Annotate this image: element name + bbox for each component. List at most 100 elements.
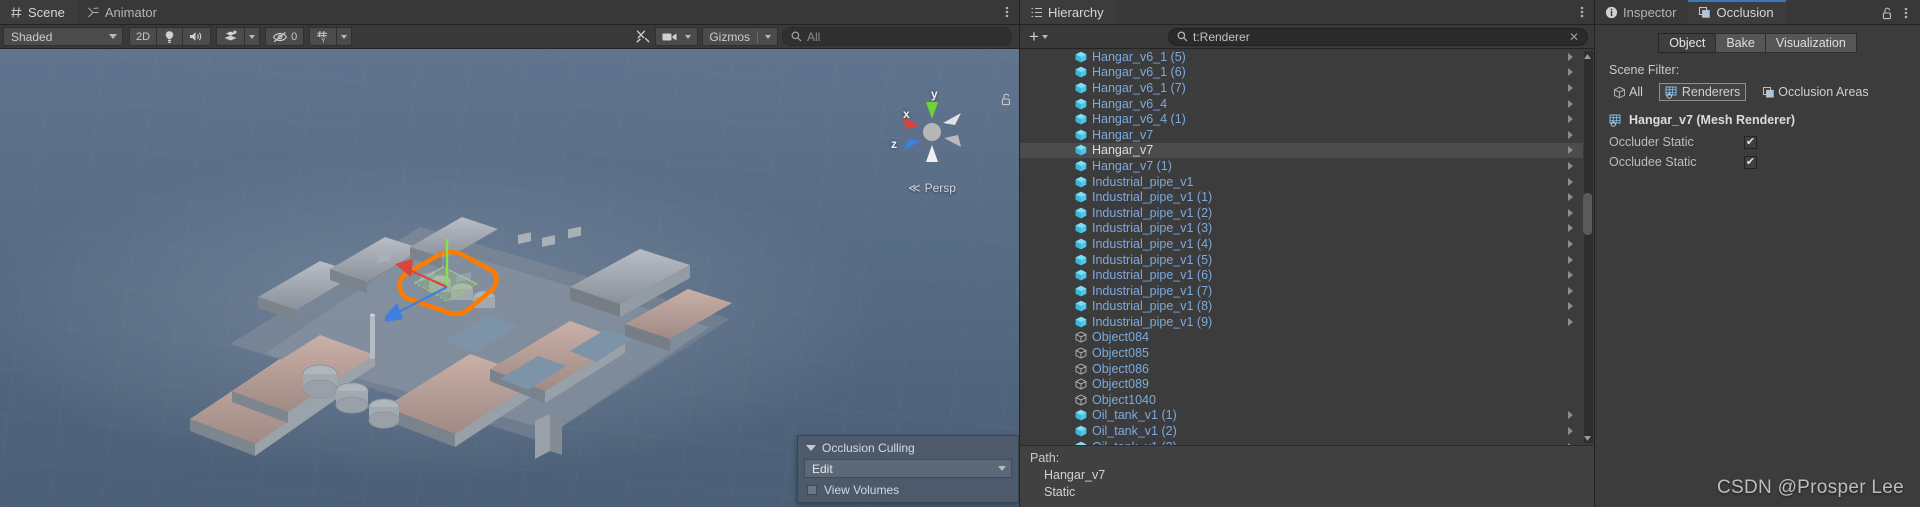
hierarchy-item[interactable]: Industrial_pipe_v1 (1) xyxy=(1020,189,1583,205)
expand-arrow-icon[interactable] xyxy=(1568,115,1573,124)
hierarchy-scrollbar-track[interactable] xyxy=(1583,51,1593,443)
scroll-down-arrow-icon[interactable] xyxy=(1583,433,1592,443)
occlusion-mode-visualization[interactable]: Visualization xyxy=(1764,33,1857,53)
scene-search-input[interactable]: All xyxy=(782,27,1012,46)
hierarchy-item[interactable]: Industrial_pipe_v1 (8) xyxy=(1020,299,1583,315)
expand-arrow-icon[interactable] xyxy=(1568,177,1573,186)
hierarchy-item[interactable]: Oil_tank_v1 (2) xyxy=(1020,423,1583,439)
toggle-audio-button[interactable] xyxy=(182,27,212,46)
camera-settings-dropdown[interactable] xyxy=(655,27,699,46)
kebab-menu-icon[interactable] xyxy=(1580,5,1594,25)
occlusion-mode-object[interactable]: Object xyxy=(1658,33,1717,53)
grid-dropdown-button[interactable] xyxy=(336,27,353,46)
prefab-cube-icon xyxy=(1075,144,1087,156)
occlusion-property-checkbox[interactable]: ✔ xyxy=(1744,155,1757,169)
expand-arrow-icon[interactable] xyxy=(1568,130,1573,139)
hierarchy-item[interactable]: Industrial_pipe_v1 (7) xyxy=(1020,283,1583,299)
toggle-fx-button[interactable] xyxy=(216,27,246,46)
hierarchy-item[interactable]: Object086 xyxy=(1020,361,1583,377)
scroll-up-arrow-icon[interactable] xyxy=(1583,51,1592,61)
hierarchy-item[interactable]: Object085 xyxy=(1020,345,1583,361)
gizmos-dropdown[interactable]: Gizmos xyxy=(702,27,778,46)
view-volumes-row[interactable]: View Volumes xyxy=(802,478,1014,497)
add-gameobject-button[interactable]: + xyxy=(1026,28,1051,45)
expand-arrow-icon[interactable] xyxy=(1568,239,1573,248)
tab-occlusion[interactable]: Occlusion xyxy=(1688,0,1786,25)
hierarchy-item[interactable]: Industrial_pipe_v1 xyxy=(1020,174,1583,190)
close-icon[interactable]: ✕ xyxy=(1569,30,1579,44)
filter-occlusion-areas[interactable]: Occlusion Areas xyxy=(1758,83,1872,101)
occlusion-mode-dropdown[interactable]: Edit xyxy=(804,459,1012,478)
prefab-cube-icon xyxy=(1075,316,1087,328)
expand-arrow-icon[interactable] xyxy=(1568,317,1573,326)
scene-filter-label: Scene Filter: xyxy=(1609,63,1680,77)
occlusion-culling-overlay[interactable]: Occlusion Culling Edit View Volumes xyxy=(797,435,1019,503)
shading-mode-dropdown[interactable]: Shaded xyxy=(3,27,123,46)
tab-inspector[interactable]: Inspector xyxy=(1595,0,1688,25)
scene-projection-label[interactable]: ≪ Persp xyxy=(889,181,975,195)
hierarchy-item[interactable]: Oil_tank_v1 (1) xyxy=(1020,408,1583,424)
grid-visibility-button[interactable]: Y xyxy=(309,27,338,46)
unlock-icon[interactable] xyxy=(1001,93,1012,106)
expand-arrow-icon[interactable] xyxy=(1568,146,1573,155)
hierarchy-item[interactable]: Oil_tank_v1 (3) xyxy=(1020,439,1583,445)
hierarchy-item[interactable]: Hangar_v7 xyxy=(1020,127,1583,143)
scene-viewport[interactable]: y x z ≪ Persp Occlusion Culling Edit Vie… xyxy=(0,49,1019,507)
expand-arrow-icon[interactable] xyxy=(1568,411,1573,420)
hierarchy-item[interactable]: Industrial_pipe_v1 (4) xyxy=(1020,236,1583,252)
hierarchy-item[interactable]: Hangar_v6_1 (5) xyxy=(1020,49,1583,65)
fx-dropdown-button[interactable] xyxy=(244,27,261,46)
tab-hierarchy[interactable]: Hierarchy xyxy=(1020,0,1116,25)
tab-scene[interactable]: Scene xyxy=(0,0,77,25)
hierarchy-item[interactable]: Industrial_pipe_v1 (5) xyxy=(1020,252,1583,268)
expand-arrow-icon[interactable] xyxy=(1568,442,1573,445)
occlusion-mode-bake[interactable]: Bake xyxy=(1715,33,1766,53)
hierarchy-item[interactable]: Object084 xyxy=(1020,330,1583,346)
expand-arrow-icon[interactable] xyxy=(1568,427,1573,436)
hierarchy-item[interactable]: Hangar_v7 (1) xyxy=(1020,158,1583,174)
kebab-menu-icon[interactable] xyxy=(1904,6,1908,20)
hierarchy-item[interactable]: Hangar_v6_1 (7) xyxy=(1020,80,1583,96)
filter-renderers[interactable]: Renderers xyxy=(1658,83,1747,101)
expand-arrow-icon[interactable] xyxy=(1568,83,1573,92)
hierarchy-item[interactable]: Object1040 xyxy=(1020,392,1583,408)
toggle-lighting-button[interactable] xyxy=(156,27,184,46)
expand-arrow-icon[interactable] xyxy=(1568,193,1573,202)
scene-axis-gizmo[interactable]: y x z xyxy=(889,87,975,175)
hierarchy-tree[interactable]: Hangar_v6_1 (5) Hangar_v6_1 (6) Hangar_v6_… xyxy=(1020,49,1594,445)
expand-arrow-icon[interactable] xyxy=(1568,224,1573,233)
hierarchy-item[interactable]: Industrial_pipe_v1 (3) xyxy=(1020,221,1583,237)
expand-arrow-icon[interactable] xyxy=(1568,271,1573,280)
tab-animator[interactable]: Animator xyxy=(77,0,169,25)
expand-arrow-icon[interactable] xyxy=(1568,255,1573,264)
hierarchy-item-label: Object085 xyxy=(1092,346,1149,361)
hierarchy-item[interactable]: Hangar_v6_1 (6) xyxy=(1020,65,1583,81)
toggle-2d-button[interactable]: 2D xyxy=(129,27,158,46)
camera-icon xyxy=(662,32,678,42)
occlusion-overlay-header[interactable]: Occlusion Culling xyxy=(802,439,1014,459)
unlock-icon[interactable] xyxy=(1882,7,1893,20)
expand-arrow-icon[interactable] xyxy=(1568,99,1573,108)
hierarchy-item[interactable]: Industrial_pipe_v1 (9) xyxy=(1020,314,1583,330)
hierarchy-item[interactable]: Hangar_v6_4 xyxy=(1020,96,1583,112)
occlusion-property-checkbox[interactable]: ✔ xyxy=(1744,135,1757,149)
hidden-objects-button[interactable]: 0 xyxy=(265,27,305,46)
filter-all[interactable]: All xyxy=(1609,83,1647,101)
hierarchy-item[interactable]: Hangar_v6_4 (1) xyxy=(1020,111,1583,127)
expand-arrow-icon[interactable] xyxy=(1568,161,1573,170)
hierarchy-item[interactable]: Industrial_pipe_v1 (2) xyxy=(1020,205,1583,221)
hierarchy-item[interactable]: Hangar_v7 xyxy=(1020,142,1583,159)
expand-arrow-icon[interactable] xyxy=(1568,52,1573,61)
view-volumes-checkbox[interactable] xyxy=(807,485,817,495)
scene-tools-button[interactable] xyxy=(631,29,655,44)
hierarchy-scrollbar-thumb[interactable] xyxy=(1583,193,1592,235)
expand-arrow-icon[interactable] xyxy=(1568,208,1573,217)
expand-arrow-icon[interactable] xyxy=(1568,68,1573,77)
hierarchy-search-input[interactable]: t:Renderer ✕ xyxy=(1168,27,1588,46)
expand-arrow-icon[interactable] xyxy=(1568,286,1573,295)
kebab-menu-icon[interactable] xyxy=(1005,5,1019,25)
hierarchy-item[interactable]: Industrial_pipe_v1 (6) xyxy=(1020,267,1583,283)
axis-label-x: x xyxy=(903,107,910,121)
expand-arrow-icon[interactable] xyxy=(1568,302,1573,311)
hierarchy-item[interactable]: Object089 xyxy=(1020,376,1583,392)
